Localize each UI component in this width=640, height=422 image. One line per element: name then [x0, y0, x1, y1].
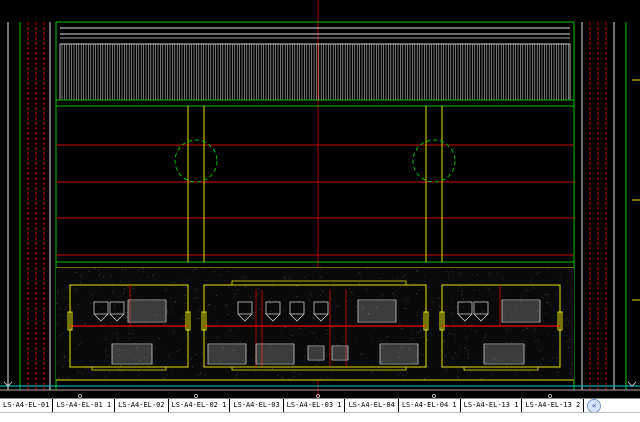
layout-tab[interactable]: LS-A4-EL-03 1	[284, 399, 346, 412]
middle-bay	[56, 106, 574, 269]
status-strip	[0, 412, 640, 422]
roof-band	[56, 21, 574, 107]
right-wall	[573, 22, 640, 390]
layout-tab[interactable]: LS-A4-EL-04 1	[399, 399, 461, 412]
layout-tab[interactable]: LS-A4-EL-02 1	[169, 399, 231, 412]
layout-tab[interactable]: LS-A4-EL-13 2	[522, 399, 585, 412]
scroll-tabs-icon[interactable]: «	[587, 399, 602, 412]
layout-tab-bar: LS-A4-EL-01 LS-A4-EL-01 1 LS-A4-EL-02 LS-A4…	[0, 398, 640, 412]
left-wall	[7, 22, 57, 390]
layout-tab[interactable]: LS-A4-EL-04	[345, 399, 399, 412]
layout-tab[interactable]: LS-A4-EL-13 1	[461, 399, 523, 412]
cad-drawing-canvas[interactable]	[0, 0, 640, 398]
layout-tab[interactable]: LS-A4-EL-03	[230, 399, 284, 412]
layout-tab[interactable]: LS-A4-EL-01	[0, 399, 54, 412]
layout-tab[interactable]: LS-A4-EL-01 1	[53, 399, 116, 412]
layout-tab[interactable]: LS-A4-EL-02	[115, 399, 169, 412]
